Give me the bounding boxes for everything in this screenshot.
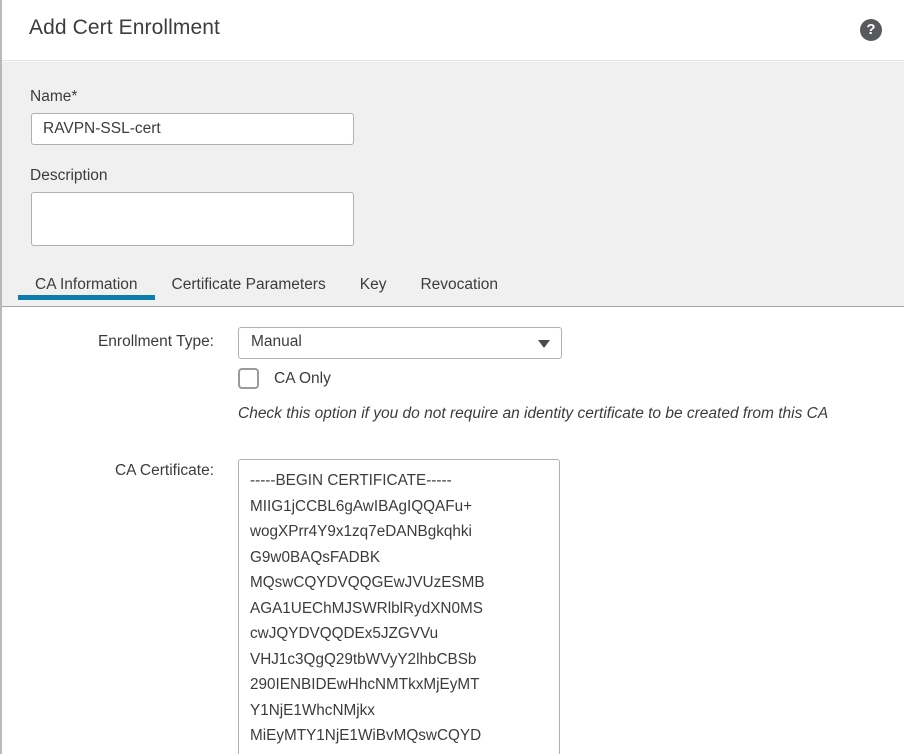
chevron-down-icon <box>538 340 550 348</box>
description-field-label: Description <box>30 167 108 184</box>
ca-only-label[interactable]: CA Only <box>274 370 331 388</box>
help-circle-icon[interactable]: ? <box>860 19 882 41</box>
tab-label: Certificate Parameters <box>171 276 326 293</box>
name-input[interactable] <box>31 113 354 145</box>
tab-certificate-parameters[interactable]: Certificate Parameters <box>155 268 343 298</box>
name-field-label: Name* <box>30 88 78 105</box>
description-input[interactable] <box>31 192 354 246</box>
tab-bar: CA Information Certificate Parameters Ke… <box>2 268 904 307</box>
ca-certificate-label: CA Certificate: <box>114 462 214 479</box>
tab-active-indicator <box>18 295 155 300</box>
page-title: Add Cert Enrollment <box>29 16 220 39</box>
add-cert-enrollment-dialog: Add Cert Enrollment ? Name* Description … <box>0 0 904 754</box>
ca-information-panel: Enrollment Type: Manual CA Only Check th… <box>2 307 904 754</box>
ca-only-help-text: Check this option if you do not require … <box>238 405 829 422</box>
tab-key[interactable]: Key <box>343 268 404 298</box>
enrollment-type-value: Manual <box>251 333 302 350</box>
tab-label: CA Information <box>35 276 138 293</box>
ca-only-checkbox[interactable] <box>238 368 259 389</box>
tab-label: Revocation <box>420 276 498 293</box>
ca-only-row[interactable]: CA Only <box>238 368 331 389</box>
enrollment-type-select[interactable]: Manual <box>238 327 562 359</box>
enrollment-type-label: Enrollment Type: <box>97 333 214 350</box>
tab-label: Key <box>359 276 387 293</box>
ca-certificate-input[interactable]: -----BEGIN CERTIFICATE----- MIIG1jCCBL6g… <box>238 459 560 754</box>
tab-revocation[interactable]: Revocation <box>403 268 515 298</box>
dialog-form-panel: Name* Description CA Information Certifi… <box>2 61 904 307</box>
tab-ca-information[interactable]: CA Information <box>18 268 155 300</box>
dialog-header: Add Cert Enrollment ? <box>2 0 904 61</box>
